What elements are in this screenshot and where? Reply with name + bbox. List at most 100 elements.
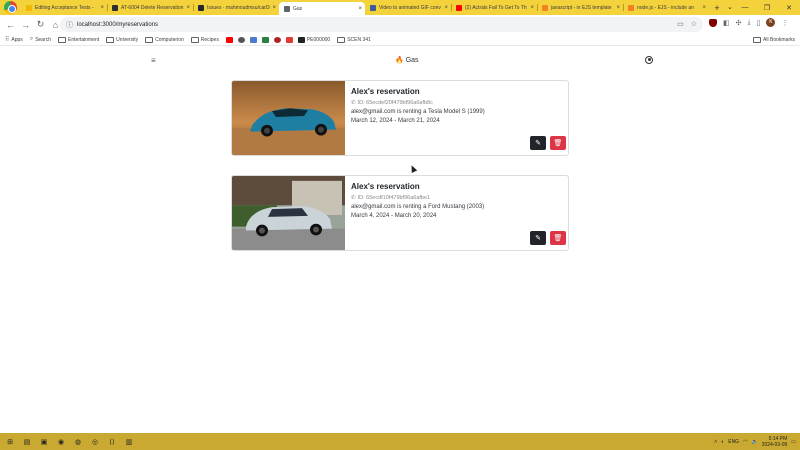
close-tab-icon[interactable]: × [702,5,706,11]
tab-title: Video to animated GIF conv [379,4,441,11]
trash-icon: 🗑 [553,235,563,242]
profile-avatar[interactable]: K [766,18,776,27]
all-bookmarks[interactable]: All Bookmarks [753,34,795,46]
close-tab-icon[interactable]: × [530,5,534,11]
chrome-logo-icon[interactable] [4,1,17,14]
tab-title: AT-6004 Delete Reservation [121,4,184,11]
download-icon[interactable]: ⤓ [748,19,751,27]
volume-icon[interactable]: 🔈 [751,439,757,445]
taskview-icon[interactable]: ▣ [37,435,51,449]
menu-kebab-icon[interactable]: ⋮ [781,19,788,27]
browser-tab[interactable]: (2) Actrals Fail To Get To Th × [451,0,537,15]
card-body: Alex's reservation ✆ ID: 65ecdef20f479bf… [351,87,568,124]
reservation-card: Alex's reservation ✆ ID: 65ecdef20f479bf… [231,80,569,156]
bookmark-recipes[interactable]: Recipes [190,36,219,43]
clock[interactable]: 5:14 PM 2024-03-09 [762,436,788,448]
bookmark-scen341[interactable]: SCEN 341 [337,36,371,43]
chrome-taskbar-icon[interactable]: ◉ [54,435,68,449]
tray-app-icon[interactable]: ◐ [721,439,724,445]
windows-start-icon[interactable]: ⊞ [3,435,17,449]
brand-name: Gas [405,56,419,64]
notifications-icon[interactable]: ▭ [791,439,796,445]
wifi-icon[interactable]: ◠ [743,439,747,445]
tab-favicon-icon [198,4,204,11]
bookmark-entertainment[interactable]: Entertainment [58,36,100,43]
language-indicator[interactable]: ENG [728,439,739,445]
browser-tab[interactable]: Editing Acceptance Tests - × [21,0,107,15]
tab-title: Editing Acceptance Tests - [35,4,94,11]
puzzle-extensions-icon[interactable]: ✣ [736,19,742,27]
delete-reservation-button[interactable]: 🗑 [550,136,566,150]
minimize-icon[interactable]: — [734,4,756,11]
green-bookmark-icon[interactable] [261,36,269,43]
discord-taskbar-icon[interactable]: ◍ [71,435,85,449]
browser-tab[interactable]: AT-6004 Delete Reservation × [107,0,193,15]
url-text: localhost:3000/myreservations [77,21,159,28]
bookmark-apps[interactable]: ⠿ Apps [5,36,23,44]
bookmark-label: Entertainment [68,36,100,43]
card-body: Alex's reservation ✆ ID: 65ecdf10f479bf9… [351,182,568,219]
tab-title: javascript - in EJS template [551,4,612,11]
reload-icon[interactable]: ↻ [33,19,48,30]
tray-chevron-icon[interactable]: ˄ [714,439,717,445]
close-tab-icon[interactable]: × [186,5,190,11]
vscode-taskbar-icon[interactable]: ⟨⟩ [105,435,119,449]
site-info-icon[interactable]: ⓘ [66,20,75,30]
back-icon[interactable]: ← [3,20,18,30]
browser-tab[interactable]: javascript - in EJS template × [537,0,623,15]
forward-icon[interactable]: → [18,20,33,30]
edit-reservation-button[interactable]: ✎ [530,231,546,245]
browser-tab[interactable]: Video to animated GIF conv × [365,0,451,15]
extension-icon[interactable]: ◧ [723,19,730,27]
tab-search-icon[interactable]: ⌄ [727,3,733,11]
clock-date: 2024-03-09 [761,441,788,448]
globe-bookmark-icon[interactable] [237,36,245,43]
browser-tab[interactable]: Issues · mahmoudmsu/carDi × [193,0,279,15]
browser-tab[interactable]: node.js - EJS - include an × [623,0,709,15]
side-panel-icon[interactable]: ▯ [757,19,761,27]
bookmark-university[interactable]: University [106,36,138,43]
folder-icon [58,36,67,43]
window-controls: — ❐ ✕ [734,0,800,15]
browser-tab[interactable]: Gas × [279,2,365,15]
close-tab-icon[interactable]: × [272,5,276,11]
close-tab-icon[interactable]: × [444,5,448,11]
close-tab-icon[interactable]: × [100,5,104,11]
user-account-icon[interactable] [645,56,653,64]
close-tab-icon[interactable]: × [358,6,362,12]
windows-taskbar: ⊞ ▤ ▣ ◉ ◍ ◎ ⟨⟩ ▥ ˄ ◐ ENG ◠ 🔈 5:14 PM 202… [0,433,800,450]
id-icon: ✆ [351,195,356,201]
blue-bookmark-icon[interactable] [249,36,257,43]
tab-favicon-icon [370,4,376,11]
close-window-icon[interactable]: ✕ [778,4,800,12]
folder-icon [106,36,115,43]
search-icon: ⌕ [29,36,34,42]
bookmark-search[interactable]: ⌕ Search [30,36,51,43]
steam-taskbar-icon[interactable]: ◎ [88,435,102,449]
delete-reservation-button[interactable]: 🗑 [550,231,566,245]
close-tab-icon[interactable]: × [616,5,620,11]
brand[interactable]: 🔥 Gas [395,56,419,65]
restore-icon[interactable]: ❐ [756,4,778,12]
edit-reservation-button[interactable]: ✎ [530,136,546,150]
red-bookmark-icon[interactable] [273,36,281,43]
bookmark-star-icon[interactable]: ☆ [691,20,697,28]
youtube-bookmark-icon-2[interactable] [285,36,293,43]
new-tab-icon[interactable]: + [712,3,722,13]
bookmark-pe000000[interactable]: PE000000 [297,36,330,43]
folder-icon [337,36,346,43]
bookmark-computerion[interactable]: Computerion [145,36,184,43]
file-explorer-icon[interactable]: ▤ [20,435,34,449]
address-bar[interactable]: ⓘ localhost:3000/myreservations ▭ ☆ [60,17,703,32]
reservation-id: ✆ ID: 65ecdef20f479bf96a6afb8c [351,100,568,106]
reservation-id-text: ID: 65ecdf10f479bf96a6afbe1 [357,195,431,201]
install-app-icon[interactable]: ▭ [677,20,684,28]
ublock-extension-icon[interactable] [709,18,717,27]
hamburger-menu-icon[interactable]: ≡ [151,56,156,65]
youtube-bookmark-icon[interactable] [225,36,233,43]
tab-favicon-icon [112,4,118,11]
tab-title: Issues · mahmoudmsu/carDi [207,4,271,11]
tab-favicon-icon [542,4,548,11]
app-taskbar-icon[interactable]: ▥ [122,435,136,449]
bookmark-label: Apps [11,36,23,43]
